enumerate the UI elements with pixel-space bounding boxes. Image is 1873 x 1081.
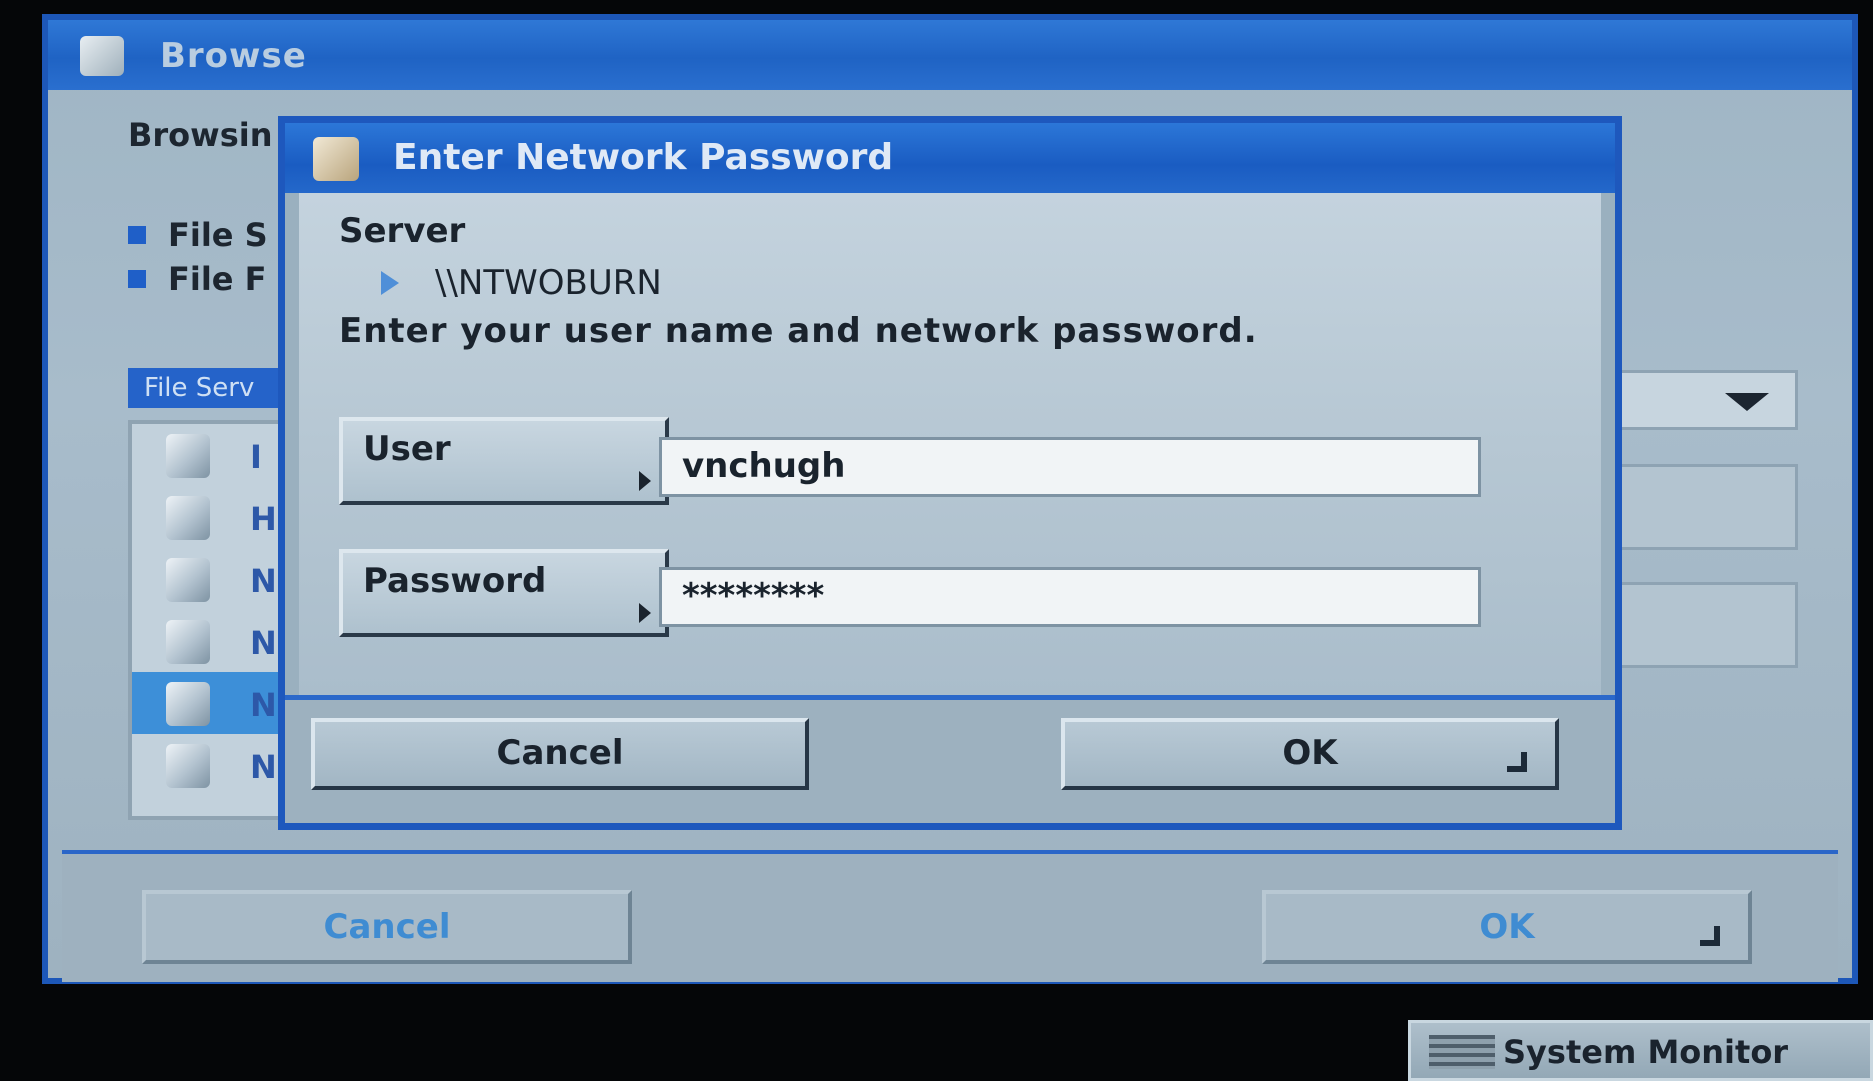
server-cube-icon — [166, 682, 210, 726]
browse-ok-button[interactable]: OK — [1262, 890, 1752, 964]
browse-option-2-label: File F — [168, 260, 267, 298]
user-input[interactable]: vnchugh — [659, 437, 1481, 497]
server-cube-icon — [166, 434, 210, 478]
bullet-icon — [128, 226, 146, 244]
browse-title-bar: Browse — [48, 20, 1852, 90]
list-item-label: N — [250, 562, 277, 600]
browse-option-2[interactable]: File F — [128, 260, 267, 298]
server-row: \\NTWOBURN — [381, 263, 662, 303]
user-field-button[interactable]: User — [339, 417, 669, 505]
key-lock-icon — [313, 137, 359, 181]
system-monitor-label: System Monitor — [1503, 1033, 1789, 1071]
chevron-down-icon — [1725, 393, 1769, 411]
browse-window-icon — [80, 36, 124, 76]
server-name: \\NTWOBURN — [435, 263, 662, 303]
browse-option-1-label: File S — [168, 216, 268, 254]
browsing-label: Browsin — [128, 116, 273, 154]
instruction-text: Enter your user name and network passwor… — [339, 311, 1258, 351]
server-cube-icon — [166, 496, 210, 540]
browse-option-1[interactable]: File S — [128, 216, 268, 254]
list-item-label: I — [250, 438, 262, 476]
server-cube-icon — [166, 558, 210, 602]
bullet-icon — [128, 270, 146, 288]
ok-button[interactable]: OK — [1061, 718, 1559, 790]
network-password-dialog: Enter Network Password Server \\NTWOBURN… — [278, 116, 1622, 830]
enter-icon — [1507, 752, 1527, 772]
cancel-button[interactable]: Cancel — [311, 718, 809, 790]
enter-icon — [1700, 926, 1720, 946]
dialog-footer: Cancel OK — [285, 695, 1615, 823]
ok-label: OK — [1282, 733, 1338, 773]
browse-title: Browse — [160, 36, 307, 76]
triangle-right-icon — [381, 271, 399, 295]
browse-cancel-button[interactable]: Cancel — [142, 890, 632, 964]
password-field-button[interactable]: Password — [339, 549, 669, 637]
system-monitor-task[interactable]: System Monitor — [1408, 1020, 1873, 1081]
browse-side-button-1[interactable] — [1618, 464, 1798, 550]
server-cube-icon — [166, 744, 210, 788]
password-input[interactable]: ******** — [659, 567, 1481, 627]
browse-dropdown[interactable] — [1618, 370, 1798, 430]
browse-footer: Cancel OK — [62, 850, 1838, 982]
caret-right-icon — [639, 471, 651, 491]
browse-side-button-2[interactable] — [1618, 582, 1798, 668]
server-label: Server — [339, 211, 466, 251]
system-monitor-icon — [1429, 1035, 1495, 1069]
password-label: Password — [363, 561, 547, 601]
list-item-label: N — [250, 686, 277, 724]
list-item-label: N — [250, 748, 277, 786]
list-item-label: H — [250, 500, 277, 538]
dialog-title-bar: Enter Network Password — [285, 123, 1615, 193]
dialog-title: Enter Network Password — [393, 137, 894, 178]
user-label: User — [363, 429, 451, 469]
dialog-body: Server \\NTWOBURN Enter your user name a… — [299, 193, 1601, 695]
server-cube-icon — [166, 620, 210, 664]
caret-right-icon — [639, 603, 651, 623]
browse-ok-label: OK — [1479, 907, 1535, 947]
list-item-label: N — [250, 624, 277, 662]
